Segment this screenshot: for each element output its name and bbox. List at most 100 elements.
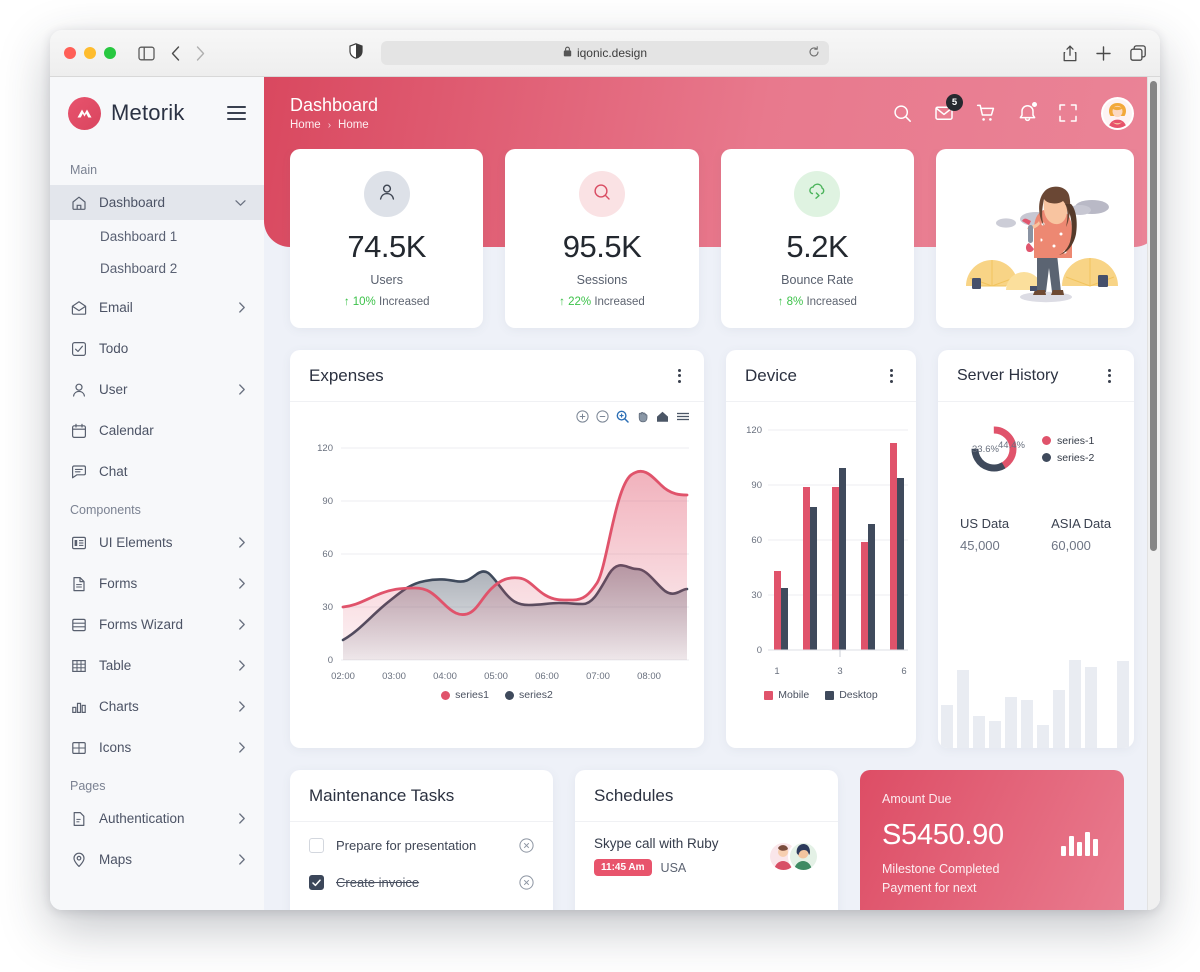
reload-icon[interactable] xyxy=(808,45,820,61)
hamburger-icon[interactable] xyxy=(227,106,246,120)
task-row[interactable]: Prepare for presentation xyxy=(290,822,553,864)
sidebar-item-authentication[interactable]: Authentication xyxy=(50,801,264,836)
stat-title: ASIA Data xyxy=(1051,516,1112,531)
server-history-donut-chart[interactable]: 33.6% 44.4% xyxy=(946,416,1042,482)
chevron-right-icon[interactable] xyxy=(238,660,246,671)
task-checkbox[interactable] xyxy=(309,875,324,890)
chevron-right-icon[interactable] xyxy=(238,854,246,865)
chevron-right-icon[interactable] xyxy=(238,384,246,395)
stat-card-users[interactable]: 74.5K Users ↑ 10% Increased xyxy=(290,149,484,328)
sidebar-subitem-dashboard-1[interactable]: Dashboard 1 xyxy=(50,220,264,252)
task-label: Prepare for presentation xyxy=(336,838,477,853)
sidebar-item-dashboard[interactable]: Dashboard xyxy=(50,185,264,220)
device-bar-chart[interactable]: 120 90 60 30 0 1 3 6 xyxy=(726,402,916,692)
address-bar[interactable]: iqonic.design xyxy=(381,41,829,65)
back-icon[interactable] xyxy=(171,45,180,61)
browser-toolbar: iqonic.design xyxy=(50,30,1160,77)
chevron-right-icon[interactable] xyxy=(238,537,246,548)
stat-icon-wrapper xyxy=(794,171,841,217)
sidebar-item-table[interactable]: Table xyxy=(50,648,264,683)
scrollbar-thumb[interactable] xyxy=(1150,81,1157,551)
stat-label: Users xyxy=(370,273,403,287)
task-checkbox[interactable] xyxy=(309,838,324,853)
remove-circle-icon[interactable] xyxy=(519,875,534,890)
mail-icon[interactable]: 5 xyxy=(934,94,963,123)
nav-section-main: Main xyxy=(70,163,98,177)
schedule-item[interactable]: Skype call with Ruby 11:45 Am USA xyxy=(575,822,838,876)
panning-icon[interactable] xyxy=(636,410,649,423)
fullscreen-icon[interactable] xyxy=(1059,104,1077,122)
sidebar-item-forms[interactable]: Forms xyxy=(50,566,264,601)
sidebar-item-calendar[interactable]: Calendar xyxy=(50,413,264,448)
remove-circle-icon[interactable] xyxy=(519,838,534,853)
close-window-button[interactable] xyxy=(64,47,76,59)
chevron-right-icon[interactable] xyxy=(238,302,246,313)
more-options-icon[interactable] xyxy=(886,365,897,387)
legend-item-series-2[interactable]: series-2 xyxy=(1042,452,1094,464)
brand[interactable]: Metorik xyxy=(50,77,264,149)
stat-trend: ↑ 10% Increased xyxy=(300,296,473,308)
chevron-right-icon[interactable] xyxy=(238,578,246,589)
sidebar-item-forms-wizard[interactable]: Forms Wizard xyxy=(50,607,264,642)
sidebar-item-icons[interactable]: Icons xyxy=(50,730,264,765)
expenses-area-chart[interactable]: 120 90 60 30 0 02:00 03:00 04:00 05:00 0… xyxy=(290,423,704,688)
avatar[interactable] xyxy=(1101,96,1134,130)
sidebar-item-label: Todo xyxy=(99,341,129,356)
sidebar-item-charts[interactable]: Charts xyxy=(50,689,264,724)
shield-icon[interactable] xyxy=(349,42,363,64)
tabs-icon[interactable] xyxy=(1130,45,1146,61)
share-icon[interactable] xyxy=(1063,45,1077,62)
dashboard-scroll-area[interactable]: 74.5K Users ↑ 10% Increased 95.5K Sessio… xyxy=(264,149,1160,910)
cart-icon[interactable] xyxy=(976,103,996,123)
maximize-window-button[interactable] xyxy=(104,47,116,59)
forward-icon[interactable] xyxy=(196,45,205,61)
sidebar-item-label: Icons xyxy=(99,740,132,755)
reset-icon[interactable] xyxy=(656,410,669,423)
svg-text:04:00: 04:00 xyxy=(433,671,457,682)
menu-icon[interactable] xyxy=(676,410,690,423)
legend-item-mobile[interactable]: Mobile xyxy=(764,689,809,701)
minimize-window-button[interactable] xyxy=(84,47,96,59)
chevron-right-icon[interactable] xyxy=(238,742,246,753)
chevron-right-icon[interactable] xyxy=(238,619,246,630)
expenses-legend: series1 series2 xyxy=(290,689,704,701)
more-options-icon[interactable] xyxy=(1104,365,1115,387)
icons-icon xyxy=(70,739,87,756)
illustration-card xyxy=(935,149,1134,328)
sidebar-item-label: Dashboard xyxy=(99,195,166,210)
amount-due-card[interactable]: Amount Due S5450.90 Milestone Completed … xyxy=(860,770,1124,910)
legend-item-desktop[interactable]: Desktop xyxy=(825,689,878,701)
charts-icon xyxy=(70,698,87,715)
legend-item-series2[interactable]: series2 xyxy=(505,689,553,701)
legend-item-series-1[interactable]: series-1 xyxy=(1042,435,1094,447)
sidebar-item-maps[interactable]: Maps xyxy=(50,842,264,877)
more-options-icon[interactable] xyxy=(674,365,685,387)
sidebar-subitem-dashboard-2[interactable]: Dashboard 2 xyxy=(50,252,264,284)
bell-icon[interactable] xyxy=(1018,102,1037,123)
task-row[interactable]: Create invoice xyxy=(290,864,553,901)
checkbox-icon xyxy=(70,340,87,357)
stat-card-bounce-rate[interactable]: 5.2K Bounce Rate ↑ 8% Increased xyxy=(720,149,914,328)
chevron-down-icon[interactable] xyxy=(235,199,246,207)
donut-label-2: 44.4% xyxy=(998,440,1025,451)
search-icon[interactable] xyxy=(893,104,912,123)
sidebar-toggle-icon[interactable] xyxy=(138,46,155,61)
zoom-selection-icon[interactable] xyxy=(616,410,629,423)
window-controls[interactable] xyxy=(64,47,116,59)
chevron-right-icon[interactable] xyxy=(238,701,246,712)
sidebar-item-ui-elements[interactable]: UI Elements xyxy=(50,525,264,560)
sidebar-item-todo[interactable]: Todo xyxy=(50,331,264,366)
server-history-sparkline-chart[interactable] xyxy=(938,638,1134,748)
breadcrumb-item-home[interactable]: Home xyxy=(290,119,321,131)
legend-label: series2 xyxy=(519,689,553,701)
auth-icon xyxy=(70,810,87,827)
sidebar-item-user[interactable]: User xyxy=(50,372,264,407)
sidebar-item-email[interactable]: Email xyxy=(50,290,264,325)
stat-card-sessions[interactable]: 95.5K Sessions ↑ 22% Increased xyxy=(505,149,699,328)
sidebar-item-chat[interactable]: Chat xyxy=(50,454,264,489)
plus-icon[interactable] xyxy=(1096,45,1111,61)
legend-item-series1[interactable]: series1 xyxy=(441,689,489,701)
zoom-in-icon[interactable] xyxy=(576,410,589,423)
chevron-right-icon[interactable] xyxy=(238,813,246,824)
zoom-out-icon[interactable] xyxy=(596,410,609,423)
